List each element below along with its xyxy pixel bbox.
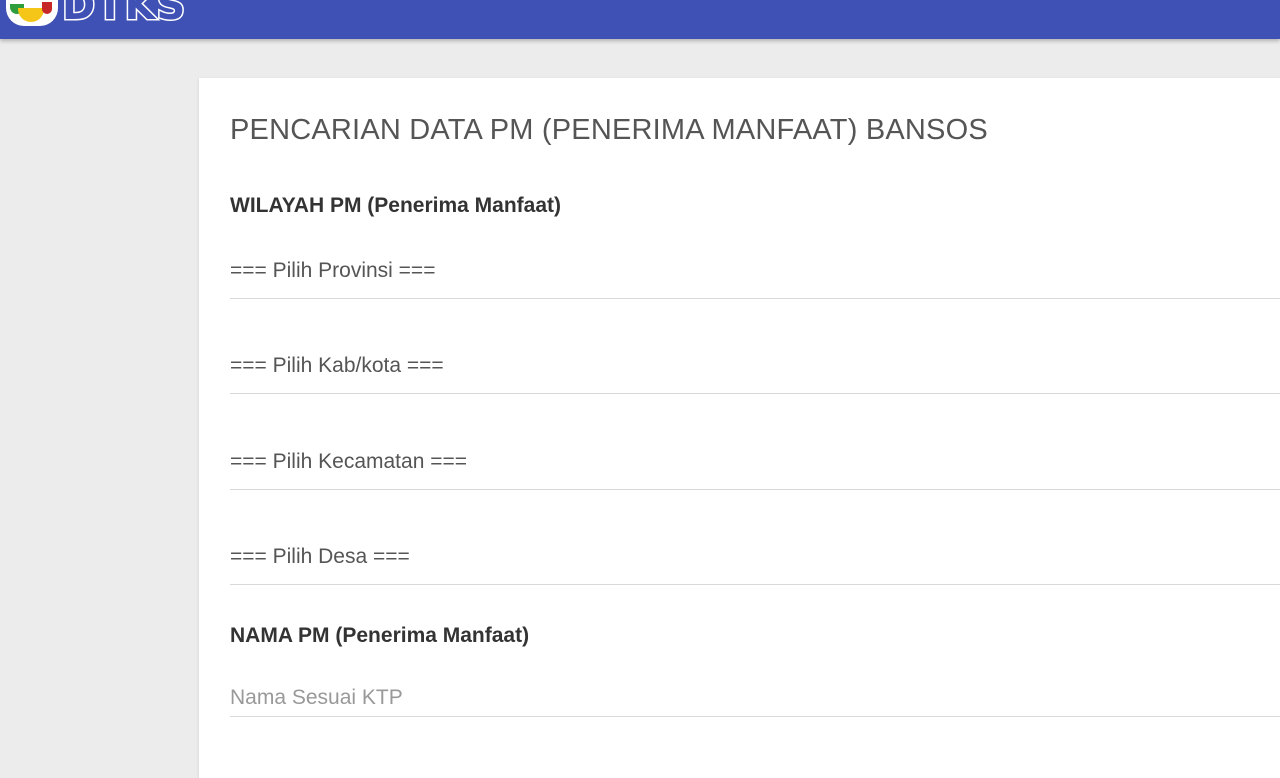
nama-input[interactable] [230,680,1280,717]
dtks-logo[interactable]: DTKS [6,0,206,30]
logo-text: DTKS [60,0,187,29]
select-desa[interactable]: === Pilih Desa === [230,545,1280,585]
select-provinsi[interactable]: === Pilih Provinsi === [230,259,1280,299]
top-header-bar: DTKS [0,0,1280,39]
search-form-card: PENCARIAN DATA PM (PENERIMA MANFAAT) BAN… [199,78,1280,778]
nama-section-label: NAMA PM (Penerima Manfaat) [230,624,530,647]
wilayah-section-label: WILAYAH PM (Penerima Manfaat) [230,194,562,217]
select-kecamatan-value: === Pilih Kecamatan === [230,450,467,473]
dtks-logo-icon [6,0,58,26]
select-desa-value: === Pilih Desa === [230,545,410,568]
select-kecamatan[interactable]: === Pilih Kecamatan === [230,450,1280,490]
page-title: PENCARIAN DATA PM (PENERIMA MANFAAT) BAN… [230,114,988,146]
select-provinsi-value: === Pilih Provinsi === [230,259,436,282]
select-kabkota-value: === Pilih Kab/kota === [230,354,444,377]
select-kabkota[interactable]: === Pilih Kab/kota === [230,354,1280,394]
